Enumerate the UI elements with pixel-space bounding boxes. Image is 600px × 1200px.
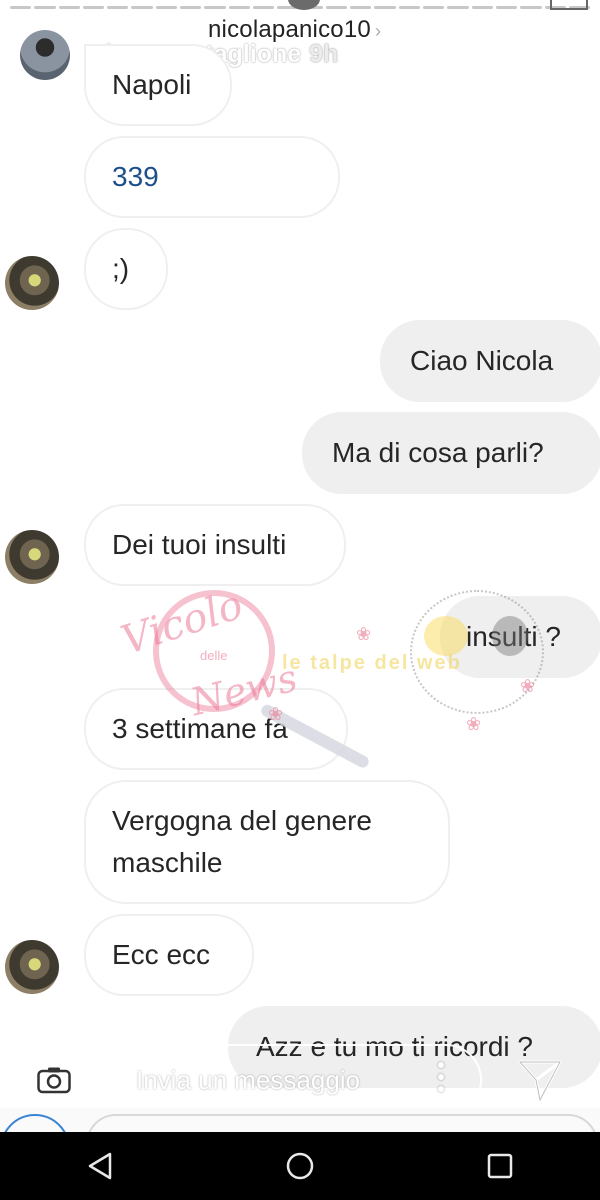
sender-avatar[interactable]	[5, 530, 59, 584]
message-input-placeholder: Invia un messaggio	[136, 1064, 361, 1095]
message-bubble-sent: Ma di cosa parli?	[302, 412, 600, 494]
sender-avatar[interactable]	[5, 256, 59, 310]
watermark-figure-blonde	[424, 616, 468, 656]
paw-icon: ❀	[356, 624, 372, 644]
story-timestamp: 9h	[309, 40, 339, 68]
message-text: Ciao Nicola	[410, 345, 554, 376]
watermark-small: delle	[200, 648, 228, 663]
reply-bar: Invia un messaggio	[18, 1044, 582, 1118]
message-bubble-received: Vergogna del genere maschile	[84, 780, 450, 904]
nav-back-button[interactable]	[80, 1146, 120, 1186]
message-text: Napoli	[112, 69, 192, 100]
more-vertical-icon[interactable]	[438, 1062, 444, 1098]
message-text: ;)	[112, 253, 130, 284]
nav-recents-button[interactable]	[480, 1146, 520, 1186]
underlying-avatar	[0, 1114, 70, 1134]
sender-avatar[interactable]	[5, 940, 59, 994]
story-poster-avatar[interactable]	[20, 30, 70, 80]
nav-back-icon	[88, 1152, 112, 1180]
chevron-right-icon: ›	[374, 21, 382, 41]
camera-icon	[37, 1067, 71, 1094]
paw-icon: ❀	[466, 714, 482, 734]
camera-button[interactable]	[18, 1044, 90, 1116]
message-bubble-received: 339	[84, 136, 340, 218]
watermark-right-text: le talpe del web	[282, 652, 462, 674]
message-bubble-received: Dei tuoi insulti	[84, 504, 346, 586]
message-bubble-received: Ecc ecc	[84, 914, 254, 996]
underlying-field	[86, 1114, 598, 1134]
watermark-figure-dark	[492, 616, 528, 656]
message-text: Ecc ecc	[112, 939, 211, 970]
send-icon[interactable]	[516, 1056, 564, 1104]
chat-username: nicolapanico10	[208, 16, 371, 43]
paw-icon: ❀	[520, 676, 536, 696]
message-text: Vergogna del genere maschile	[112, 805, 372, 878]
nav-recents-icon	[487, 1153, 513, 1179]
message-bubble-received: Napoli	[84, 44, 232, 126]
message-bubble-received: ;)	[84, 228, 168, 310]
message-input[interactable]: Invia un messaggio	[110, 1044, 482, 1116]
underlying-input-strip	[0, 1108, 600, 1134]
inbox-icon[interactable]	[550, 0, 588, 10]
message-bubble-sent: Ciao Nicola	[380, 320, 600, 402]
message-text: Ma di cosa parli?	[332, 437, 544, 468]
system-nav-bar	[0, 1132, 600, 1200]
nav-home-button[interactable]	[280, 1146, 320, 1186]
paw-icon: ❀	[268, 704, 284, 724]
message-text: 339	[112, 161, 159, 192]
message-text: Dei tuoi insulti	[112, 529, 287, 560]
nav-home-icon	[286, 1152, 314, 1180]
